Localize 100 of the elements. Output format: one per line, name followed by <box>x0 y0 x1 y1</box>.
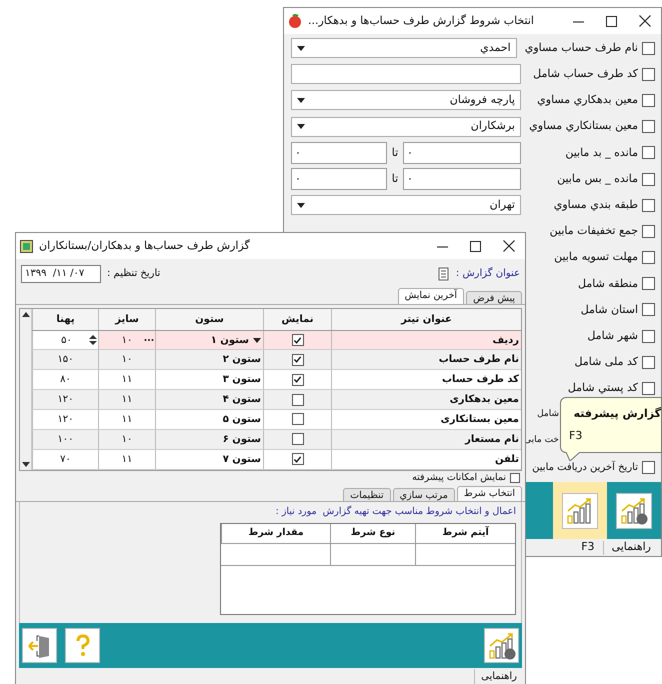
maximize-icon[interactable] <box>470 240 481 252</box>
tab[interactable]: مرتب سازي <box>392 488 455 502</box>
window-title: گزارش طرف حساب‌ها و بدهکاران/بستانکاران <box>39 238 250 254</box>
dropdown[interactable]: احمدي <box>291 38 517 58</box>
checkbox[interactable] <box>642 120 655 134</box>
table-row[interactable]: تلفن ستون ۷ ۱۱ ۷۰ <box>32 450 521 470</box>
condition-label: تاریخ آخرین دریافت مابین <box>532 460 638 475</box>
table-cell-text: ۱۰ <box>122 432 132 447</box>
dropdown[interactable]: برشکاران <box>291 116 521 137</box>
scroll-up-icon[interactable] <box>22 312 30 317</box>
column-header[interactable]: ستون <box>155 308 263 330</box>
chart-pie-icon <box>486 630 516 661</box>
checkbox[interactable] <box>292 453 304 466</box>
column-header[interactable]: نمایش <box>263 308 331 330</box>
checkbox[interactable] <box>642 356 655 369</box>
checkbox[interactable] <box>292 433 304 446</box>
tooltip-shortcut: F3 <box>569 428 584 444</box>
checkbox[interactable] <box>642 251 655 264</box>
table-cell: ستون ۶ <box>155 430 263 449</box>
condition-label: معین بستانکاري مساوي <box>529 118 638 134</box>
condition-label: مانده _ بد مابین <box>565 144 638 161</box>
range-separator: تا <box>390 144 400 161</box>
spinner-icon[interactable] <box>88 333 98 348</box>
table-cell: ستون ۵ <box>155 410 263 429</box>
column-header[interactable]: عنوان تیتر <box>331 308 521 330</box>
table-row[interactable]: ردیف ستون ۱ ۱۰ ۵۰ <box>32 330 521 350</box>
help-icon <box>76 634 90 658</box>
checkbox[interactable] <box>642 224 655 238</box>
range-separator: تا <box>390 170 400 187</box>
close-icon[interactable] <box>639 15 651 27</box>
table-cell-text: ۸۰ <box>60 373 71 388</box>
input-field[interactable]: ۰ <box>403 168 521 190</box>
exit-button[interactable] <box>22 628 57 664</box>
checkbox[interactable] <box>292 374 304 386</box>
table-cell-text: ۱۲۰ <box>57 393 74 408</box>
checkbox[interactable] <box>292 394 304 406</box>
checkbox[interactable] <box>292 354 304 366</box>
toolbar-button[interactable] <box>553 482 607 540</box>
table-cell: ستون ۷ <box>155 450 263 468</box>
tab[interactable]: تنظیمات <box>343 488 391 502</box>
caret-icon <box>297 46 305 51</box>
input-field[interactable]: ۰ <box>403 142 521 164</box>
status-text: راهنمایی <box>612 539 651 556</box>
table-row[interactable]: نام طرف حساب ستون ۲ ۱۰ ۱۵۰ <box>32 350 521 370</box>
condition-label: طبقه بندي مساوي <box>554 196 638 213</box>
table-cell-text: ۱۱ <box>122 452 132 467</box>
table-cell-text: ۱۵۰ <box>57 353 74 368</box>
caret-icon <box>297 202 305 208</box>
empty-table-row[interactable] <box>221 544 515 566</box>
column-header[interactable]: مقدار شرط <box>221 524 330 543</box>
checkbox-label: نمایش امکانات پیشرفته <box>412 470 506 485</box>
checkbox[interactable] <box>642 277 655 290</box>
scroll-down-icon[interactable] <box>22 462 30 467</box>
caret-icon <box>297 124 305 130</box>
checkbox[interactable] <box>642 460 655 474</box>
maximize-icon[interactable] <box>606 16 617 26</box>
table-cell: ردیف <box>331 330 521 350</box>
checkbox[interactable] <box>642 382 655 396</box>
app-icon <box>20 240 33 252</box>
checkbox[interactable] <box>292 334 304 346</box>
table-cell: کد طرف حساب <box>331 370 521 390</box>
table-row[interactable]: معین بدهکاری ستون ۴ ۱۱ ۱۲۰ <box>32 390 521 410</box>
checkbox[interactable] <box>642 330 655 343</box>
table-cell-text: ۱۰۰ <box>57 432 74 447</box>
input-field[interactable]: ۰ <box>291 142 387 164</box>
caret-icon <box>253 338 261 343</box>
checkbox[interactable] <box>642 146 655 160</box>
table-row[interactable]: کد طرف حساب ستون ۳ ۱۱ ۸۰ <box>32 370 521 390</box>
table-row[interactable]: معین بستانکاری ستون ۵ ۱۱ ۱۲۰ <box>32 410 521 430</box>
input-field[interactable] <box>291 64 521 84</box>
tab[interactable]: انتخاب شرط <box>456 486 522 502</box>
checkmark-icon <box>293 355 302 364</box>
condition-label: شامل <box>537 408 559 421</box>
column-header[interactable]: نوع شرط <box>330 524 415 543</box>
table-cell: معین بستانکاری <box>331 410 521 429</box>
chart-pie-icon <box>619 496 649 526</box>
caret-icon <box>297 98 305 103</box>
tab[interactable]: آخرین نمایش <box>398 288 464 304</box>
checkbox[interactable] <box>642 198 655 212</box>
table-cell-text: ۱۱ <box>122 373 132 388</box>
close-icon[interactable] <box>503 240 515 252</box>
dropdown[interactable]: پارچه فروشان <box>291 90 521 110</box>
checkbox[interactable] <box>642 172 655 186</box>
checkbox[interactable] <box>292 413 304 426</box>
input-field[interactable]: ۰ <box>291 168 387 190</box>
column-header[interactable]: آیتم شرط <box>415 524 515 543</box>
date-field[interactable]: ۱۳۹۹ /۱۱ /۰۷ <box>21 264 101 283</box>
checkbox[interactable] <box>642 68 655 81</box>
hint-text: اعمال و انتخاب شروط مناسب جهت تهیه گزارش مورد نیاز : <box>274 505 516 520</box>
dropdown[interactable]: تهران <box>291 195 521 216</box>
checkbox[interactable] <box>642 42 655 55</box>
tab[interactable]: پیش فرض <box>466 290 522 304</box>
checkbox[interactable] <box>642 94 655 107</box>
table-cell-text: ۵۰ <box>61 334 72 348</box>
report-button[interactable] <box>484 628 519 664</box>
checkbox[interactable] <box>510 472 520 483</box>
checkbox[interactable] <box>642 303 655 316</box>
status-text: راهنمایی <box>474 668 517 684</box>
table-row[interactable]: نام مستعار ستون ۶ ۱۰ ۱۰۰ <box>32 430 521 450</box>
column-header[interactable]: سایز <box>98 308 155 330</box>
